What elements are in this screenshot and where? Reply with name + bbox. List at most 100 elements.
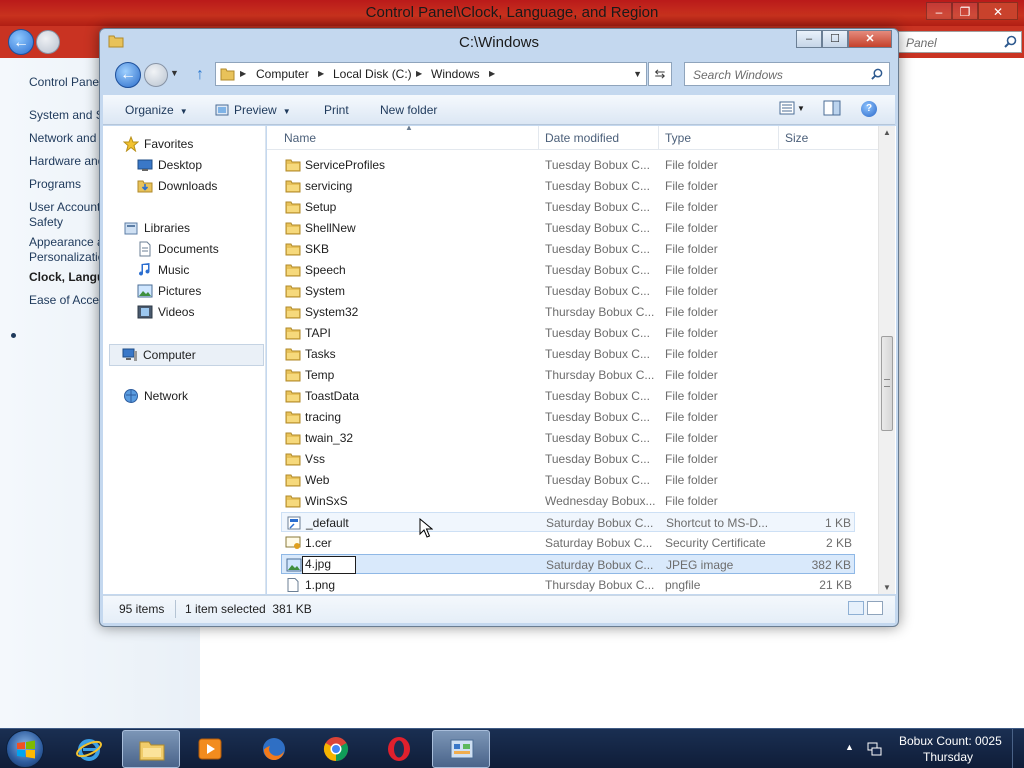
clock-text[interactable]: Bobux Count: 0025 [899,734,1002,748]
taskbar-chrome[interactable] [307,730,365,768]
back-button[interactable]: ← [115,62,141,88]
minimize-button[interactable]: – [796,30,822,48]
file-row[interactable]: Web Tuesday Bobux C... File folder [281,470,855,490]
show-hidden-icons-icon[interactable]: ▲ [845,742,854,752]
taskbar-ie[interactable] [60,730,118,768]
taskbar-control-panel[interactable] [432,730,490,768]
file-row[interactable]: Tasks Tuesday Bobux C... File folder [281,344,855,364]
column-date-modified[interactable]: Date modified [545,131,619,145]
file-row[interactable]: System Tuesday Bobux C... File folder [281,281,855,301]
file-row[interactable]: 1.cer Saturday Bobux C... Security Certifi… [281,533,855,553]
print-button[interactable]: Print [324,103,349,117]
computer-icon [122,347,138,363]
file-row[interactable]: ToastData Tuesday Bobux C... File folder [281,386,855,406]
taskbar-file-explorer[interactable] [122,730,180,768]
breadcrumb-computer[interactable]: Computer [256,67,309,81]
search-input[interactable]: Search Windows [684,62,890,86]
up-arrow-icon[interactable]: ↑ [196,66,204,84]
nav-favorites[interactable]: Favorites [122,135,193,153]
cp-minimize-button[interactable]: – [926,2,952,20]
taskbar-opera[interactable] [370,730,428,768]
new-folder-button[interactable]: New folder [380,103,437,117]
file-row[interactable]: Temp Thursday Bobux C... File folder [281,365,855,385]
file-row[interactable]: System32 Thursday Bobux C... File folder [281,302,855,322]
nav-downloads[interactable]: Downloads [137,178,217,194]
nav-network[interactable]: Network [123,388,188,404]
breadcrumb-chevron-icon[interactable]: ▶ [489,69,495,78]
file-row[interactable]: Vss Tuesday Bobux C... File folder [281,449,855,469]
change-view-icon[interactable] [779,101,795,115]
close-button[interactable]: ✕ [848,30,892,48]
column-size[interactable]: Size [785,131,808,145]
taskbar-firefox[interactable] [245,730,303,768]
column-divider[interactable] [658,126,659,150]
cp-forward-button[interactable] [36,30,60,54]
file-row[interactable]: SKB Tuesday Bobux C... File folder [281,239,855,259]
recent-locations-chevron-icon[interactable]: ▼ [170,68,179,78]
nav-music[interactable]: Music [137,262,189,278]
scrollbar-thumb[interactable] [881,336,893,431]
file-row[interactable]: Speech Tuesday Bobux C... File folder [281,260,855,280]
nav-desktop[interactable]: Desktop [137,157,202,173]
network-tray-icon[interactable] [866,740,882,756]
breadcrumb-local-disk[interactable]: Local Disk (C:) [333,67,412,81]
nav-libraries[interactable]: Libraries [123,220,190,236]
breadcrumb-chevron-icon[interactable]: ▶ [240,69,246,78]
control-panel-titlebar[interactable]: Control Panel\Clock, Language, and Regio… [0,0,1024,26]
help-icon[interactable]: ? [861,101,877,117]
nav-documents[interactable]: Documents [137,241,219,257]
search-icon[interactable] [1004,35,1017,48]
breadcrumb-chevron-icon[interactable]: ▶ [416,69,422,78]
vertical-scrollbar[interactable]: ▲ ▼ [878,126,895,594]
folder-icon [285,179,301,193]
file-row[interactable]: ServiceProfiles Tuesday Bobux C... File fo… [281,155,855,175]
rename-input[interactable]: 4.jpg [302,556,356,574]
breadcrumb-windows[interactable]: Windows [431,67,480,81]
preview-pane-icon[interactable] [823,100,841,116]
file-row[interactable]: servicing Tuesday Bobux C... File folder [281,176,855,196]
maximize-button[interactable]: ☐ [822,30,848,48]
file-row[interactable]: TAPI Tuesday Bobux C... File folder [281,323,855,343]
taskbar-media-player[interactable] [181,730,239,768]
column-type[interactable]: Type [665,131,691,145]
nav-pictures[interactable]: Pictures [137,283,201,299]
show-desktop-button[interactable] [1012,729,1024,768]
explorer-titlebar[interactable]: C:\Windows – ☐ ✕ [100,29,898,57]
address-bar[interactable]: ▶ Computer ▶ Local Disk (C:) ▶ Windows ▶… [215,62,647,86]
file-date: Tuesday Bobux C... [545,326,650,340]
refresh-button[interactable]: ⇆ [648,62,672,86]
preview-button[interactable]: Preview ▼ [215,103,291,117]
cp-close-button[interactable]: ✕ [978,2,1018,20]
search-icon[interactable] [871,68,883,80]
clock-day[interactable]: Thursday [923,750,973,764]
file-row[interactable]: 4.jpg Saturday Bobux C... JPEG image 382 KB [281,554,855,574]
scroll-down-icon[interactable]: ▼ [883,583,891,592]
file-row[interactable]: WinSxS Wednesday Bobux... File folder [281,491,855,511]
nav-videos[interactable]: Videos [137,304,194,320]
file-name: Speech [305,263,346,277]
chevron-down-icon[interactable]: ▼ [797,104,805,113]
file-row[interactable]: Setup Tuesday Bobux C... File folder [281,197,855,217]
forward-button[interactable] [144,63,168,87]
organize-button[interactable]: Organize ▼ [125,103,188,117]
file-row[interactable]: ShellNew Tuesday Bobux C... File folder [281,218,855,238]
scroll-up-icon[interactable]: ▲ [883,128,891,137]
file-date: Tuesday Bobux C... [545,242,650,256]
file-row[interactable]: _default Saturday Bobux C... Shortcut to M… [281,512,855,532]
file-row[interactable]: tracing Tuesday Bobux C... File folder [281,407,855,427]
address-dropdown-icon[interactable]: ▼ [633,69,642,79]
file-row[interactable]: twain_32 Tuesday Bobux C... File folder [281,428,855,448]
start-button[interactable] [6,730,44,768]
details-view-icon[interactable] [848,601,864,615]
file-size: 2 KB [825,536,852,550]
cp-search-input[interactable]: Panel [898,31,1022,53]
large-icons-view-icon[interactable] [867,601,883,615]
nav-computer[interactable]: Computer [109,344,264,366]
cp-back-button[interactable]: ← [8,29,34,55]
column-divider[interactable] [778,126,779,150]
column-name[interactable]: Name [284,131,316,145]
breadcrumb-chevron-icon[interactable]: ▶ [318,69,324,78]
cp-restore-button[interactable]: ❐ [952,2,978,20]
file-row[interactable]: 1.png Thursday Bobux C... pngfile 21 KB [281,575,855,594]
column-divider[interactable] [538,126,539,150]
